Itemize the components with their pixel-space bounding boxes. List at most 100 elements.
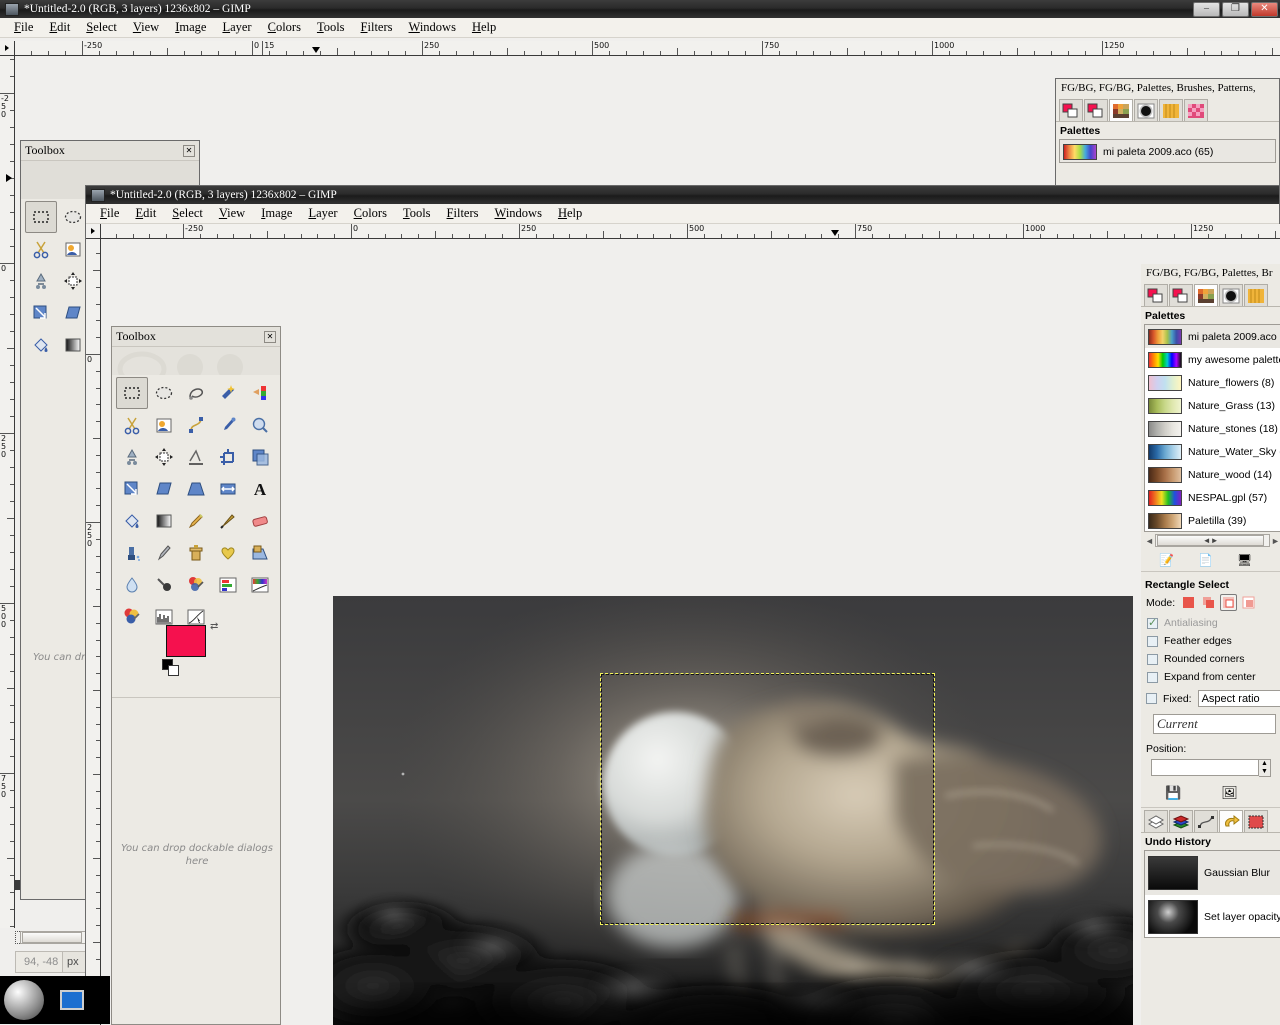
vertical-ruler-back[interactable]: -250 0 250 500 750 [0,56,15,928]
checkbox-feather-edges[interactable] [1147,635,1158,647]
menu-item-help[interactable]: Help [464,19,504,36]
brushes-tab[interactable] [1134,99,1158,121]
palette-list-front[interactable]: mi paleta 2009.aco (6 my awesome palette N… [1144,324,1280,532]
checkbox-rounded-corners[interactable] [1147,653,1158,665]
checkbox-row-expand-from-center[interactable]: Expand from center [1147,671,1280,683]
heal-tool[interactable] [212,537,244,569]
list-item[interactable]: Nature_flowers (8) [1145,371,1280,394]
scissors-select-tool[interactable] [25,233,57,265]
close-button[interactable]: ✕ [1251,1,1278,17]
palette-list-back[interactable]: mi paleta 2009.aco (65) [1059,139,1276,163]
list-item[interactable]: mi paleta 2009.aco (65) [1060,140,1275,162]
menu-item-filters[interactable]: Filters [353,19,401,36]
menu-item-file[interactable]: File [6,19,41,36]
titlebar-back[interactable]: *Untitled-2.0 (RGB, 3 layers) 1236x802 –… [0,0,1280,18]
show-desktop-icon[interactable] [60,990,84,1010]
menu-item-edit[interactable]: Edit [41,19,78,36]
palette-scrollbar[interactable]: ◄ ◄► ► [1144,534,1280,547]
tool-options-buttons[interactable]: 💾 🖼 [1141,777,1280,807]
menu-item-edit[interactable]: Edit [127,205,164,222]
list-item[interactable]: Nature_stones (18) [1145,417,1280,440]
close-icon[interactable]: ✕ [183,144,195,157]
dock-tabbar-back[interactable] [1056,97,1279,122]
clone-tool[interactable] [180,537,212,569]
eraser-tool[interactable] [244,505,276,537]
taskbar[interactable] [0,976,110,1024]
bucket-fill-tool[interactable] [116,505,148,537]
duplicate-palette-icon[interactable]: 🖥 [1237,553,1252,567]
fgbg-tab-2[interactable] [1084,99,1108,121]
bucket-fill-tool[interactable] [25,329,57,361]
list-item[interactable]: my awesome palette [1145,348,1280,371]
position-spinner[interactable]: ▲ ▼ [1151,759,1280,777]
perspective-clone-tool[interactable] [244,537,276,569]
free-select-tool[interactable] [180,377,212,409]
fixed-row[interactable]: Fixed: Aspect ratio [1146,690,1280,707]
ellipse-select-tool[interactable] [148,377,180,409]
checkbox-row-antialiasing[interactable]: Antialiasing [1147,616,1280,629]
scale-tool[interactable] [116,473,148,505]
measure-tool[interactable] [116,441,148,473]
menu-item-tools[interactable]: Tools [395,205,439,222]
fuzzy-select-tool[interactable] [212,377,244,409]
gradients-tab[interactable] [1184,99,1208,121]
close-icon[interactable]: ✕ [264,330,276,343]
menu-item-file[interactable]: File [92,205,127,222]
pencil-tool[interactable] [180,505,212,537]
fgbg-tab[interactable] [1059,99,1083,121]
color-picker-tool[interactable] [212,409,244,441]
undo-history-list[interactable]: Gaussian Blur Set layer opacity [1144,850,1280,938]
patterns-tab[interactable] [1244,284,1268,306]
perspective-tool[interactable] [180,473,212,505]
menubar-back[interactable]: File Edit Select View Image Layer Colors Tools F… [0,18,1280,38]
mode-button-intersect-mode[interactable] [1240,594,1257,611]
curves-tool[interactable] [244,569,276,601]
scroll-left-icon[interactable]: ◄ [1144,536,1155,546]
mode-row[interactable]: Mode: [1141,593,1280,611]
menu-item-view[interactable]: View [125,19,167,36]
scroll-right-icon[interactable]: ► [1270,536,1280,546]
move-tool[interactable] [148,441,180,473]
posterize-tool[interactable] [116,601,148,633]
rectangle-selection[interactable] [600,673,935,925]
windows-start-icon[interactable] [4,980,44,1020]
menu-item-filters[interactable]: Filters [439,205,487,222]
horizontal-scrollbar-back[interactable] [20,931,88,944]
mode-button-add-mode[interactable] [1200,594,1217,611]
horizontal-ruler-back[interactable]: -250 0 250 500 750 1000 1250 15 [15,41,1280,56]
mode-button-replace-mode[interactable] [1180,594,1197,611]
selection-tab[interactable] [1244,810,1268,832]
paths-tool[interactable] [180,409,212,441]
palette-footer-buttons[interactable]: 📝 📄 🖥 [1141,547,1280,572]
foreground-color-swatch[interactable] [166,625,206,657]
list-item[interactable]: Nature_Grass (13) [1145,394,1280,417]
menu-item-tools[interactable]: Tools [309,19,353,36]
save-options-icon[interactable]: 💾 [1165,785,1181,801]
foreground-select-tool[interactable] [148,409,180,441]
paintbrush-tool[interactable] [212,505,244,537]
palette-scroll-thumb[interactable]: ◄► [1157,535,1265,546]
option-checkboxes[interactable]: Antialiasing Feather edges Rounded corners… [1141,616,1280,683]
airbrush-tool[interactable] [116,537,148,569]
image-canvas[interactable] [333,596,1133,1025]
horizontal-ruler-front[interactable]: -250 0 250 500 750 1000 1250 [101,224,1280,239]
shear-tool[interactable] [148,473,180,505]
blur-sharpen-tool[interactable] [116,569,148,601]
mode-buttons[interactable] [1180,594,1257,611]
by-color-select-tool[interactable] [244,377,276,409]
minimize-button[interactable]: – [1193,1,1220,17]
checkbox-row-feather-edges[interactable]: Feather edges [1147,635,1280,647]
patterns-tab[interactable] [1159,99,1183,121]
swap-colors-icon[interactable]: ⇄ [210,621,218,632]
menu-item-view[interactable]: View [211,205,253,222]
fixed-ratio-input[interactable]: Current [1153,714,1276,734]
menubar-front[interactable]: File Edit Select View Image Layer Colors Tools F… [86,204,1279,224]
toolbox-window-front[interactable]: Toolbox ✕ A ⇄ You can drop dockable dial… [111,326,281,1025]
checkbox-expand-from-center[interactable] [1147,671,1158,683]
undo-history-item[interactable]: Gaussian Blur [1145,851,1280,895]
palettes-tab[interactable] [1194,284,1218,306]
undo-history-item[interactable]: Set layer opacity [1145,895,1280,937]
zoom-tool[interactable] [244,409,276,441]
fgbg-tab[interactable] [1144,284,1168,306]
fgbg-tab-2[interactable] [1169,284,1193,306]
